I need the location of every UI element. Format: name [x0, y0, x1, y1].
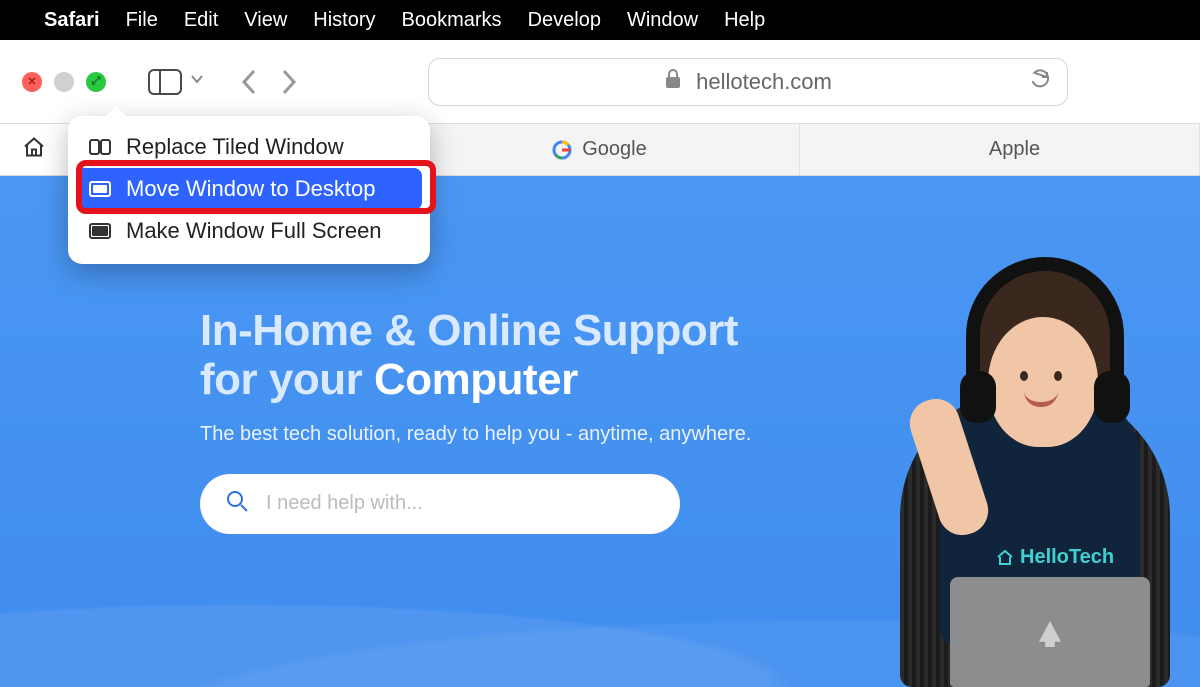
window-tiling-menu: Replace Tiled Window Move Window to Desk… [68, 116, 430, 264]
menubar-edit[interactable]: Edit [184, 9, 218, 32]
menubar-view[interactable]: View [244, 9, 287, 32]
tab-label: Google [582, 138, 647, 161]
search-placeholder: I need help with... [266, 492, 423, 515]
forward-button[interactable] [278, 68, 298, 96]
hero-heading: In-Home & Online Support for your Comput… [200, 306, 751, 405]
google-favicon-icon [552, 140, 572, 160]
laptop-icon [950, 577, 1150, 687]
hero-subtext: The best tech solution, ready to help yo… [200, 423, 751, 446]
hero-line2-prefix: for your [200, 355, 374, 404]
fullscreen-window-button[interactable]: ⤢ [86, 72, 106, 92]
menu-make-window-full-screen[interactable]: Make Window Full Screen [76, 210, 422, 252]
window-icon [88, 181, 112, 197]
hero-line2-strong: Computer [374, 355, 578, 404]
menubar-help[interactable]: Help [724, 9, 765, 32]
close-window-button[interactable]: ✕ [22, 72, 42, 92]
sidebar-toggle-button[interactable] [148, 69, 204, 95]
traffic-lights: ✕ ⤢ [22, 72, 106, 92]
menubar-history[interactable]: History [313, 9, 375, 32]
menubar-bookmarks[interactable]: Bookmarks [402, 9, 502, 32]
chevron-down-icon[interactable] [190, 72, 204, 91]
reload-button[interactable] [1029, 68, 1051, 96]
menubar-app-name[interactable]: Safari [44, 9, 100, 32]
menubar-file[interactable]: File [126, 9, 158, 32]
address-bar-domain: hellotech.com [696, 69, 832, 95]
back-button[interactable] [240, 68, 260, 96]
tiled-windows-icon [88, 139, 112, 155]
shirt-brand-text: HelloTech [1020, 546, 1114, 569]
hero-line1: In-Home & Online Support [200, 306, 738, 355]
shirt-logo: HelloTech [996, 546, 1114, 569]
tab-label: Apple [989, 138, 1040, 161]
minimize-window-button[interactable] [54, 72, 74, 92]
menu-move-window-to-desktop[interactable]: Move Window to Desktop [76, 168, 422, 210]
menubar-window[interactable]: Window [627, 9, 698, 32]
macos-menubar: Safari File Edit View History Bookmarks … [0, 0, 1200, 40]
address-bar[interactable]: hellotech.com [428, 58, 1068, 106]
menu-replace-tiled-window[interactable]: Replace Tiled Window [76, 126, 422, 168]
tab-apple[interactable]: Apple [800, 124, 1200, 175]
home-favicon-icon[interactable] [22, 135, 46, 164]
menu-item-label: Move Window to Desktop [126, 176, 375, 202]
tab-google[interactable]: Google [400, 124, 800, 175]
apple-favicon-icon [959, 140, 979, 160]
safari-toolbar: ✕ ⤢ hellotech.com [0, 40, 1200, 124]
menubar-develop[interactable]: Develop [528, 9, 601, 32]
search-icon [226, 490, 248, 517]
menu-item-label: Replace Tiled Window [126, 134, 344, 160]
lock-icon [664, 69, 682, 95]
hero-search-input[interactable]: I need help with... [200, 474, 680, 534]
menu-item-label: Make Window Full Screen [126, 218, 382, 244]
hero-section: In-Home & Online Support for your Comput… [200, 306, 751, 534]
sidebar-icon [148, 69, 182, 95]
hero-person-illustration: HelloTech [880, 227, 1190, 687]
fullscreen-icon [88, 223, 112, 239]
